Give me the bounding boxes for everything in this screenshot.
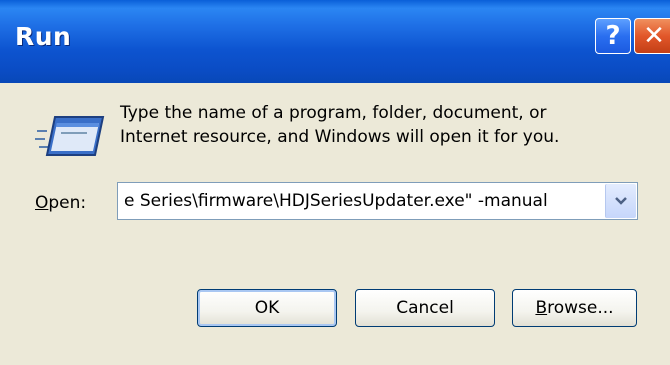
description-line-2: Internet resource, and Windows will open… xyxy=(120,127,560,147)
help-button[interactable]: ? xyxy=(595,18,631,54)
open-label-mnemonic: O xyxy=(35,193,49,213)
open-label: Open: xyxy=(35,193,86,213)
dialog-body: Type the name of a program, folder, docu… xyxy=(0,83,670,365)
open-combobox[interactable]: e Series\firmware\HDJSeriesUpdater.exe" … xyxy=(117,182,638,220)
run-dialog: Run ? ✕ Type the name of a program, fold… xyxy=(0,0,670,365)
title-bar[interactable]: Run ? ✕ xyxy=(0,0,670,83)
browse-mnemonic: B xyxy=(535,298,548,318)
browse-text: rowse... xyxy=(547,298,614,318)
description-line-1: Type the name of a program, folder, docu… xyxy=(120,103,547,123)
browse-button-label: Browse... xyxy=(535,298,613,318)
dialog-description: Type the name of a program, folder, docu… xyxy=(120,101,650,149)
ok-button[interactable]: OK xyxy=(197,289,337,327)
browse-button[interactable]: Browse... xyxy=(512,289,637,327)
dropdown-button[interactable] xyxy=(605,184,636,218)
close-icon: ✕ xyxy=(643,21,665,51)
open-label-text: pen: xyxy=(48,193,87,213)
close-button[interactable]: ✕ xyxy=(634,18,670,54)
cancel-button-label: Cancel xyxy=(396,298,454,318)
help-icon: ? xyxy=(605,21,621,51)
chevron-down-icon xyxy=(615,197,627,205)
open-input[interactable]: e Series\firmware\HDJSeriesUpdater.exe" … xyxy=(124,191,548,211)
window-title: Run xyxy=(15,22,72,51)
run-icon xyxy=(35,116,105,156)
cancel-button[interactable]: Cancel xyxy=(355,289,495,327)
ok-button-label: OK xyxy=(254,298,280,318)
